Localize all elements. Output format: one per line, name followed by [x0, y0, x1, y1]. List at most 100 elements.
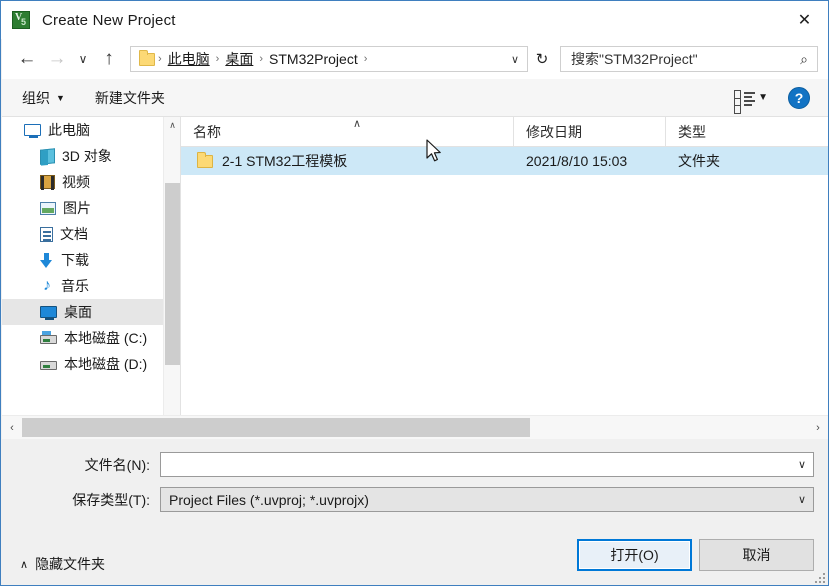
create-new-project-dialog: V 5 Create New Project ✕ ← → ∨ ↑ › 此电脑 ›… — [0, 0, 829, 586]
filename-label: 文件名(N): — [84, 456, 150, 473]
scroll-up-icon[interactable]: ∧ — [164, 117, 180, 134]
sidebar-item-label: 下载 — [61, 252, 89, 268]
chevron-up-icon: ∧ — [20, 558, 29, 571]
chevron-down-icon[interactable]: ∨ — [791, 493, 813, 506]
sidebar-item-label: 3D 对象 — [62, 148, 112, 164]
table-row[interactable]: 2-1 STM32工程模板 2021/8/10 15:03 文件夹 — [181, 147, 828, 175]
filetype-label: 保存类型(T): — [72, 491, 150, 508]
sidebar-item-label: 本地磁盘 (C:) — [64, 330, 148, 346]
filetype-select[interactable]: Project Files (*.uvproj; *.uvprojx) ∨ — [160, 487, 814, 512]
file-rows: 2-1 STM32工程模板 2021/8/10 15:03 文件夹 — [181, 147, 828, 175]
search-input[interactable]: 搜索"STM32Project" — [561, 49, 791, 69]
breadcrumb-desktop[interactable]: 桌面 — [220, 49, 258, 69]
hide-folders-toggle[interactable]: ∧ 隐藏文件夹 — [20, 554, 105, 574]
sidebar-item-1[interactable]: 3D 对象 — [2, 143, 180, 169]
chevron-down-icon[interactable]: ∨ — [503, 53, 527, 66]
filetype-value[interactable]: Project Files (*.uvproj; *.uvprojx) — [161, 492, 791, 508]
breadcrumb-separator[interactable]: › — [363, 53, 369, 65]
search-icon: ⌕ — [800, 50, 808, 67]
sidebar-item-label: 视频 — [62, 174, 90, 190]
sidebar-item-0[interactable]: 此电脑 — [2, 117, 180, 143]
folder-icon — [197, 151, 213, 168]
dialog-footer: ∧ 隐藏文件夹 打开(O) 取消 — [2, 514, 828, 585]
downloads-icon — [40, 252, 54, 268]
horizontal-scroll-thumb[interactable] — [22, 417, 530, 437]
open-button[interactable]: 打开(O) — [577, 539, 692, 571]
organize-button[interactable]: 组织 ▼ — [12, 84, 75, 112]
sidebar-list: 此电脑 3D 对象视频图片文档下载 ♪ 音乐桌面本地磁盘 (C:) 本地磁盘 (D:) — [2, 117, 180, 377]
view-mode-icon[interactable] — [734, 89, 756, 114]
scroll-left-icon[interactable]: ‹ — [2, 417, 22, 439]
title-bar: V 5 Create New Project ✕ — [1, 1, 828, 39]
help-icon[interactable]: ? — [788, 86, 810, 109]
sidebar-item-label: 此电脑 — [48, 122, 90, 138]
chevron-down-icon: ▼ — [56, 92, 65, 103]
up-icon[interactable]: ↑ — [94, 44, 124, 74]
column-header-name-label: 名称 — [193, 123, 221, 140]
column-header-date[interactable]: 修改日期 — [514, 117, 666, 146]
cell-type: 文件夹 — [678, 153, 720, 169]
filetype-row: 保存类型(T): Project Files (*.uvproj; *.uvpr… — [2, 487, 828, 512]
sidebar-scrollbar[interactable]: ∧ ∨ — [163, 117, 180, 439]
sidebar-item-label: 音乐 — [61, 278, 89, 294]
sidebar-item-9[interactable]: 本地磁盘 (D:) — [2, 351, 180, 377]
new-folder-label: 新建文件夹 — [94, 89, 165, 106]
file-list-pane: 名称 ∧ 修改日期 类型 2-1 STM32工程模板 2021/8/10 15:0… — [180, 117, 828, 439]
organize-label: 组织 — [22, 89, 50, 106]
pictures-icon — [40, 201, 56, 215]
search-box[interactable]: 搜索"STM32Project" ⌕ — [560, 46, 818, 72]
hide-folders-label: 隐藏文件夹 — [35, 556, 106, 572]
music-icon: ♪ — [43, 276, 51, 294]
sort-ascending-icon: ∧ — [353, 118, 362, 130]
filename-row: 文件名(N): ∨ — [2, 452, 828, 477]
cancel-button[interactable]: 取消 — [699, 539, 814, 571]
sidebar-item-6[interactable]: ♪ 音乐 — [2, 273, 180, 299]
sidebar-item-8[interactable]: 本地磁盘 (C:) — [2, 325, 180, 351]
sidebar-item-4[interactable]: 文档 — [2, 221, 180, 247]
recent-locations-icon[interactable]: ∨ — [72, 44, 94, 74]
column-header-name[interactable]: 名称 ∧ — [181, 117, 514, 146]
window-title: Create New Project — [42, 11, 176, 29]
sidebar-scroll-thumb[interactable] — [165, 183, 180, 365]
app-icon-version: 5 — [21, 17, 27, 27]
command-toolbar: 组织 ▼ 新建文件夹 ▼ ? — [2, 79, 828, 117]
cell-name: 2-1 STM32工程模板 — [181, 151, 514, 171]
documents-icon — [40, 226, 53, 242]
sidebar-item-5[interactable]: 下载 — [2, 247, 180, 273]
breadcrumb-stm32project[interactable]: STM32Project — [264, 51, 363, 67]
horizontal-scrollbar[interactable]: ‹ › — [2, 415, 828, 439]
filename-field[interactable]: ∨ — [160, 452, 814, 477]
back-icon[interactable]: ← — [12, 44, 42, 74]
refresh-icon[interactable]: ↻ — [528, 46, 556, 72]
navigation-pane: 此电脑 3D 对象 视频 图片 文档 下载 ♪ 音乐 桌面 本地磁盘 (C:) 本地磁盘 (D:) … — [2, 117, 180, 439]
breadcrumb-this-pc[interactable]: 此电脑 — [163, 49, 215, 69]
view-mode-chevron-down-icon[interactable]: ▼ — [758, 92, 768, 103]
address-bar[interactable]: › 此电脑 › 桌面 › STM32Project › ∨ — [130, 46, 528, 72]
sidebar-item-label: 图片 — [63, 200, 91, 216]
computer-icon — [24, 124, 41, 138]
sidebar-item-label: 本地磁盘 (D:) — [64, 356, 148, 372]
close-icon[interactable]: ✕ — [781, 1, 828, 38]
chevron-down-icon[interactable]: ∨ — [791, 458, 813, 471]
column-header-type-label: 类型 — [678, 123, 706, 140]
column-header-date-label: 修改日期 — [526, 123, 582, 140]
form-area: 文件名(N): ∨ 保存类型(T): Project Files (*.uvpr… — [2, 439, 828, 514]
scroll-right-icon[interactable]: › — [808, 417, 828, 439]
sidebar-item-2[interactable]: 视频 — [2, 169, 180, 195]
column-header-row: 名称 ∧ 修改日期 类型 — [181, 117, 828, 147]
column-header-type[interactable]: 类型 — [666, 117, 828, 146]
sidebar-item-label: 桌面 — [64, 304, 92, 320]
forward-icon: → — [47, 48, 67, 69]
sidebar-item-label: 文档 — [60, 226, 88, 242]
navigation-bar: ← → ∨ ↑ › 此电脑 › 桌面 › STM32Project › ∨ ↻ … — [2, 39, 828, 79]
resize-grip[interactable] — [813, 571, 825, 583]
3d-objects-icon — [40, 147, 55, 165]
dialog-body: 此电脑 3D 对象 视频 图片 文档 下载 ♪ 音乐 桌面 本地磁盘 (C:) 本地磁盘 (D:) … — [2, 117, 828, 439]
desktop-icon — [40, 306, 57, 320]
new-folder-button[interactable]: 新建文件夹 — [85, 84, 175, 112]
cell-date: 2021/8/10 15:03 — [526, 153, 628, 169]
sidebar-item-7[interactable]: 桌面 — [2, 299, 180, 325]
horizontal-scroll-track[interactable] — [22, 417, 808, 439]
folder-icon — [139, 49, 155, 66]
sidebar-item-3[interactable]: 图片 — [2, 195, 180, 221]
